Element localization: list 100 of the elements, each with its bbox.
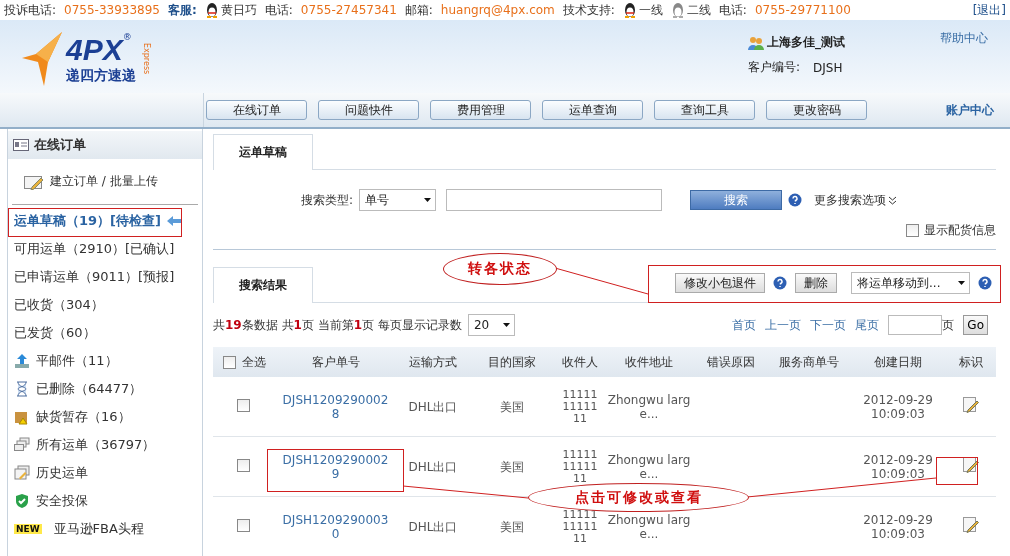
table-cell: Zhongwu large... [607, 452, 691, 481]
phone-number: 0755-29771100 [754, 3, 851, 17]
upload-icon [14, 353, 30, 369]
table-cell: DHL出口 [408, 399, 458, 414]
record-summary: 共19条数据 共1页 当前第1页 每页显示记录数 [213, 316, 462, 334]
table-cell: DHL出口 [408, 519, 458, 534]
support-line[interactable]: 一线 [638, 1, 663, 19]
nav-button[interactable]: 查询工具 [654, 100, 755, 120]
order-number-link[interactable]: DJSH12092900030 [279, 512, 392, 541]
nav-button[interactable]: 更改密码 [766, 100, 867, 120]
customer-number: DJSH [813, 60, 843, 75]
column-header: 收件地址 [625, 354, 673, 369]
checkbox[interactable] [236, 518, 250, 532]
tab[interactable]: 运单草稿 [213, 134, 313, 170]
search-field[interactable] [446, 189, 663, 211]
table-cell: 111111111111 [562, 507, 598, 545]
sidebar-item[interactable]: 已申请运单（9011）[预报] [8, 263, 202, 291]
windows-icon [14, 437, 30, 453]
sidebar-item[interactable]: 已删除（64477） [8, 375, 202, 403]
tab[interactable]: 搜索结果 [213, 267, 313, 303]
sidebar-item[interactable]: 已收货（304） [8, 291, 202, 319]
label: 投诉电话: [4, 1, 57, 19]
warning-box-icon [14, 409, 30, 425]
label: 页 [942, 316, 955, 334]
table-cell: DHL出口 [408, 459, 458, 474]
sidebar-item[interactable]: NEW 亚马逊FBA头程 [8, 515, 202, 543]
table-cell: 2012-09-29 10:09:03 [863, 452, 933, 481]
checkbox[interactable] [236, 398, 250, 412]
callout-note: 转各状态 [443, 253, 557, 285]
pager-link[interactable]: 上一页 [765, 316, 802, 334]
penguin-icon [204, 2, 219, 18]
column-header: 全选 [242, 353, 266, 371]
help-icon [773, 276, 787, 290]
arrow-icon [167, 215, 181, 227]
logout-link[interactable]: [退出] [972, 1, 1006, 19]
column-header: 运输方式 [409, 354, 457, 369]
label: 客服: [168, 1, 197, 19]
order-number-link[interactable]: DJSH12092900028 [279, 392, 392, 421]
sidebar-item[interactable]: 所有运单（36797） [8, 431, 202, 459]
page-number-field[interactable] [888, 315, 943, 335]
help-link[interactable]: 帮助中心 [940, 30, 988, 47]
logo-name: 递四方速递 [66, 67, 136, 85]
checkbox-label: 显示配货信息 [924, 222, 996, 239]
users-icon [748, 35, 764, 50]
sidebar-item[interactable]: 平邮件（11） [8, 347, 202, 375]
highlight-box [936, 457, 978, 485]
column-header: 标识 [959, 354, 983, 369]
nav-button[interactable]: 在线订单 [206, 100, 307, 120]
table-cell: 111111111111 [562, 447, 598, 485]
pager-link[interactable]: 尾页 [855, 316, 880, 334]
column-header: 客户单号 [311, 354, 360, 369]
sidebar-item[interactable]: 历史运单 [8, 459, 202, 487]
dropdown-caret-icon [424, 198, 432, 202]
order-number-link[interactable]: DJSH12092900029 [279, 452, 392, 481]
search-type-select[interactable]: 单号 [359, 189, 437, 211]
table-cell: 美国 [499, 459, 524, 474]
hourglass-icon [14, 381, 30, 397]
create-order-link[interactable]: 建立订单 / 批量上传 [50, 173, 158, 190]
sidebar-title: 在线订单 [34, 136, 86, 154]
checkbox[interactable] [223, 355, 236, 369]
page-size-select[interactable]: 20 [467, 314, 515, 336]
table-cell: Zhongwu large... [607, 392, 691, 421]
dropdown-caret-icon [958, 281, 965, 285]
service-name[interactable]: 黄日巧 [220, 1, 257, 19]
help-icon [788, 193, 803, 207]
sidebar-item[interactable]: 缺货暂存（16） [8, 403, 202, 431]
dropdown-caret-icon [502, 323, 510, 327]
table-cell: Zhongwu large... [607, 512, 691, 541]
move-to-select[interactable]: 将运单移动到... [851, 272, 970, 294]
label: 邮箱: [404, 1, 433, 19]
nav-button[interactable]: 费用管理 [430, 100, 531, 120]
help-icon [978, 276, 992, 290]
logo-tagline: Express [142, 43, 151, 75]
id-card-icon [13, 139, 29, 151]
edit-note-icon[interactable] [963, 397, 979, 413]
sidebar-item[interactable]: 已发货（60） [8, 319, 202, 347]
go-button[interactable]: Go [963, 315, 988, 335]
edit-note-icon[interactable] [963, 517, 979, 533]
delete-button[interactable]: 删除 [795, 273, 837, 293]
checkbox[interactable] [906, 224, 919, 237]
sidebar-item[interactable]: 安全投保 [8, 487, 202, 515]
pager-link[interactable]: 首页 [732, 316, 757, 334]
checkbox[interactable] [236, 458, 250, 472]
nav-button[interactable]: 运单查询 [542, 100, 643, 120]
table-cell: 111111111111 [562, 387, 598, 425]
account-link[interactable]: 账户中心 [946, 101, 994, 119]
pager-link[interactable]: 下一页 [810, 316, 847, 334]
table-cell: 美国 [499, 519, 524, 534]
column-header: 收件人 [562, 354, 598, 369]
sidebar-item[interactable]: 可用运单（2910）[已确认] [8, 235, 202, 263]
phone-number: 0755-33933895 [64, 3, 160, 17]
nav-button[interactable]: 问题快件 [318, 100, 419, 120]
column-header: 目的国家 [487, 354, 536, 369]
edit-returns-button[interactable]: 修改小包退件 [675, 273, 765, 293]
more-options-link[interactable]: 更多搜索选项 [814, 191, 898, 209]
shield-check-icon [14, 493, 30, 509]
note-pencil-icon [24, 173, 44, 190]
sidebar-item[interactable]: 运单草稿（19）[待检查] [8, 207, 202, 235]
arrow-logo-icon [22, 32, 62, 86]
support-line[interactable]: 二线 [686, 1, 711, 19]
